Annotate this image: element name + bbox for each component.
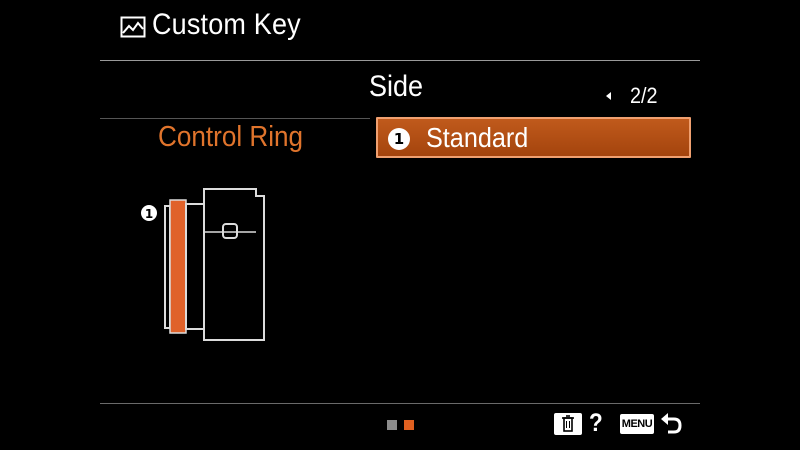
footer-divider	[100, 403, 700, 404]
diagram-marker: 1	[141, 205, 157, 221]
row-divider	[100, 118, 370, 119]
menu-button[interactable]: MENU	[620, 414, 654, 434]
page-dot-1[interactable]	[387, 420, 397, 430]
diagram-marker-number: 1	[145, 207, 153, 221]
control-ring-option-standard[interactable]: 1 Standard	[376, 117, 691, 158]
control-ring-label: Control Ring	[158, 121, 304, 153]
tab-side[interactable]: Side	[369, 70, 423, 104]
help-button[interactable]: ?	[589, 409, 603, 438]
option-label: Standard	[426, 122, 529, 153]
return-arrow-icon[interactable]	[658, 410, 686, 438]
left-arrow-icon[interactable]	[606, 92, 611, 100]
trash-icon[interactable]	[554, 413, 582, 435]
option-number-badge: 1	[388, 128, 410, 150]
page-indicator: 2/2	[630, 83, 658, 108]
header-divider	[100, 60, 700, 61]
camera-side-view-icon: 1	[141, 188, 265, 341]
page-title: Custom Key	[152, 8, 301, 41]
custom-key-icon	[120, 16, 146, 38]
page-dot-2-active[interactable]	[404, 420, 414, 430]
